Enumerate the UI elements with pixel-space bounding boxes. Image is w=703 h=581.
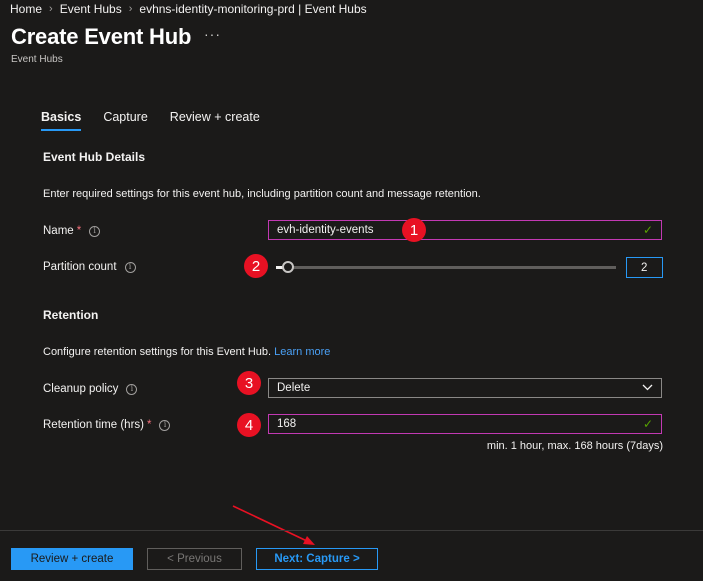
annotation-badge-2: 2 — [244, 254, 268, 278]
more-options-icon[interactable]: ··· — [204, 26, 221, 42]
retention-time-hint: min. 1 hour, max. 168 hours (7days) — [486, 440, 663, 452]
tab-review-create[interactable]: Review + create — [170, 110, 260, 131]
cleanup-policy-label: Cleanup policy i — [43, 383, 138, 395]
checkmark-icon: ✓ — [642, 417, 653, 431]
annotation-badge-3: 3 — [237, 371, 261, 395]
info-icon[interactable]: i — [124, 261, 136, 273]
previous-button[interactable]: < Previous — [147, 548, 242, 570]
learn-more-link[interactable]: Learn more — [274, 346, 330, 358]
retention-description: Configure retention settings for this Ev… — [43, 346, 330, 358]
details-description: Enter required settings for this event h… — [43, 188, 481, 200]
chevron-right-icon: › — [128, 3, 133, 15]
checkmark-icon: ✓ — [642, 223, 653, 237]
breadcrumb-namespace[interactable]: evhns-identity-monitoring-prd | Event Hu… — [139, 2, 366, 16]
info-icon[interactable]: i — [159, 419, 171, 431]
review-create-button[interactable]: Review + create — [11, 548, 133, 570]
retention-time-input[interactable]: 168 ✓ — [268, 414, 662, 434]
breadcrumb-event-hubs[interactable]: Event Hubs — [60, 2, 122, 16]
required-marker: * — [76, 225, 82, 237]
cleanup-policy-value: Delete — [277, 382, 311, 394]
annotation-badge-1: 1 — [402, 218, 426, 242]
next-capture-button[interactable]: Next: Capture > — [256, 548, 378, 570]
tab-basics[interactable]: Basics — [41, 110, 82, 131]
cleanup-policy-select[interactable]: Delete — [268, 378, 662, 398]
partition-slider-thumb[interactable] — [282, 261, 294, 273]
partition-slider-track[interactable] — [281, 266, 616, 269]
retention-description-text: Configure retention settings for this Ev… — [43, 346, 272, 358]
tab-bar: Basics Capture Review + create — [41, 110, 282, 131]
name-input-value: evh-identity-events — [277, 224, 374, 236]
retention-heading: Retention — [43, 308, 99, 322]
footer-divider — [0, 530, 703, 531]
info-icon[interactable]: i — [89, 225, 101, 237]
breadcrumb-home[interactable]: Home — [10, 2, 42, 16]
retention-time-label-text: Retention time (hrs) — [43, 419, 144, 431]
name-input[interactable]: evh-identity-events ✓ — [268, 220, 662, 240]
annotation-arrow-icon — [232, 505, 315, 545]
partition-label: Partition count i — [43, 261, 136, 273]
details-heading: Event Hub Details — [43, 150, 146, 164]
required-marker: * — [146, 419, 152, 431]
tab-capture[interactable]: Capture — [103, 110, 147, 131]
retention-time-value: 168 — [277, 418, 297, 430]
name-label: Name * i — [43, 225, 101, 237]
info-icon[interactable]: i — [126, 383, 138, 395]
cleanup-policy-label-text: Cleanup policy — [43, 383, 119, 395]
retention-time-label: Retention time (hrs) * i — [43, 419, 171, 431]
breadcrumb: Home › Event Hubs › evhns-identity-monit… — [10, 2, 367, 16]
partition-label-text: Partition count — [43, 261, 117, 273]
annotation-badge-4: 4 — [237, 413, 261, 437]
chevron-right-icon: › — [49, 3, 53, 15]
name-label-text: Name — [43, 225, 74, 237]
page-title: Create Event Hub — [11, 24, 192, 49]
chevron-down-icon — [642, 383, 653, 394]
page-subtitle: Event Hubs — [11, 54, 63, 65]
partition-count-input[interactable]: 2 — [626, 257, 663, 278]
